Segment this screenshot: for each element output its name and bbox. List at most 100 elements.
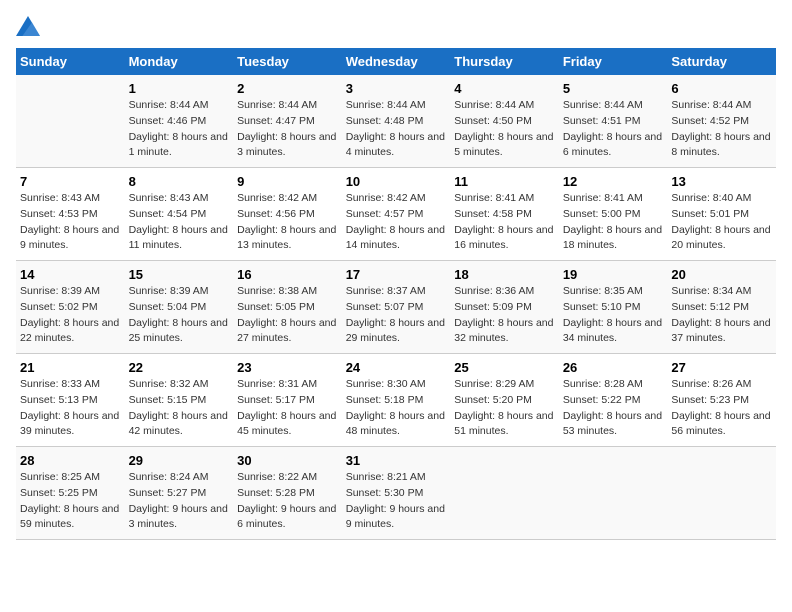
day-info: Sunrise: 8:44 AMSunset: 4:46 PMDaylight:… (129, 98, 230, 161)
day-info: Sunrise: 8:39 AMSunset: 5:02 PMDaylight:… (20, 284, 121, 347)
logo (16, 16, 44, 36)
day-info: Sunrise: 8:29 AMSunset: 5:20 PMDaylight:… (454, 377, 555, 440)
day-number: 25 (454, 360, 555, 375)
day-cell: 31 Sunrise: 8:21 AMSunset: 5:30 PMDaylig… (342, 447, 451, 540)
day-cell: 14 Sunrise: 8:39 AMSunset: 5:02 PMDaylig… (16, 261, 125, 354)
day-info: Sunrise: 8:35 AMSunset: 5:10 PMDaylight:… (563, 284, 664, 347)
day-cell: 5 Sunrise: 8:44 AMSunset: 4:51 PMDayligh… (559, 75, 668, 168)
day-number: 29 (129, 453, 230, 468)
day-number: 24 (346, 360, 447, 375)
day-info: Sunrise: 8:37 AMSunset: 5:07 PMDaylight:… (346, 284, 447, 347)
day-number: 1 (129, 81, 230, 96)
day-cell: 23 Sunrise: 8:31 AMSunset: 5:17 PMDaylig… (233, 354, 342, 447)
weekday-header-friday: Friday (559, 48, 668, 75)
day-number: 22 (129, 360, 230, 375)
day-info: Sunrise: 8:44 AMSunset: 4:51 PMDaylight:… (563, 98, 664, 161)
day-number: 16 (237, 267, 338, 282)
day-info: Sunrise: 8:21 AMSunset: 5:30 PMDaylight:… (346, 470, 447, 533)
day-cell: 18 Sunrise: 8:36 AMSunset: 5:09 PMDaylig… (450, 261, 559, 354)
week-row-3: 14 Sunrise: 8:39 AMSunset: 5:02 PMDaylig… (16, 261, 776, 354)
week-row-2: 7 Sunrise: 8:43 AMSunset: 4:53 PMDayligh… (16, 168, 776, 261)
day-number: 2 (237, 81, 338, 96)
weekday-header-thursday: Thursday (450, 48, 559, 75)
day-cell: 28 Sunrise: 8:25 AMSunset: 5:25 PMDaylig… (16, 447, 125, 540)
day-number: 27 (671, 360, 772, 375)
day-number: 17 (346, 267, 447, 282)
day-number: 10 (346, 174, 447, 189)
day-cell: 19 Sunrise: 8:35 AMSunset: 5:10 PMDaylig… (559, 261, 668, 354)
day-info: Sunrise: 8:22 AMSunset: 5:28 PMDaylight:… (237, 470, 338, 533)
day-info: Sunrise: 8:33 AMSunset: 5:13 PMDaylight:… (20, 377, 121, 440)
day-cell: 13 Sunrise: 8:40 AMSunset: 5:01 PMDaylig… (667, 168, 776, 261)
day-cell: 8 Sunrise: 8:43 AMSunset: 4:54 PMDayligh… (125, 168, 234, 261)
weekday-header-wednesday: Wednesday (342, 48, 451, 75)
day-cell: 22 Sunrise: 8:32 AMSunset: 5:15 PMDaylig… (125, 354, 234, 447)
weekday-header-saturday: Saturday (667, 48, 776, 75)
day-cell (16, 75, 125, 168)
day-number: 15 (129, 267, 230, 282)
day-cell: 15 Sunrise: 8:39 AMSunset: 5:04 PMDaylig… (125, 261, 234, 354)
day-info: Sunrise: 8:30 AMSunset: 5:18 PMDaylight:… (346, 377, 447, 440)
day-number: 23 (237, 360, 338, 375)
day-info: Sunrise: 8:42 AMSunset: 4:56 PMDaylight:… (237, 191, 338, 254)
day-cell (450, 447, 559, 540)
day-cell: 11 Sunrise: 8:41 AMSunset: 4:58 PMDaylig… (450, 168, 559, 261)
day-cell: 24 Sunrise: 8:30 AMSunset: 5:18 PMDaylig… (342, 354, 451, 447)
day-cell: 10 Sunrise: 8:42 AMSunset: 4:57 PMDaylig… (342, 168, 451, 261)
day-info: Sunrise: 8:43 AMSunset: 4:53 PMDaylight:… (20, 191, 121, 254)
day-cell: 25 Sunrise: 8:29 AMSunset: 5:20 PMDaylig… (450, 354, 559, 447)
day-info: Sunrise: 8:32 AMSunset: 5:15 PMDaylight:… (129, 377, 230, 440)
day-info: Sunrise: 8:44 AMSunset: 4:50 PMDaylight:… (454, 98, 555, 161)
day-info: Sunrise: 8:42 AMSunset: 4:57 PMDaylight:… (346, 191, 447, 254)
day-number: 30 (237, 453, 338, 468)
day-info: Sunrise: 8:44 AMSunset: 4:48 PMDaylight:… (346, 98, 447, 161)
day-number: 13 (671, 174, 772, 189)
day-cell: 20 Sunrise: 8:34 AMSunset: 5:12 PMDaylig… (667, 261, 776, 354)
week-row-5: 28 Sunrise: 8:25 AMSunset: 5:25 PMDaylig… (16, 447, 776, 540)
day-cell: 6 Sunrise: 8:44 AMSunset: 4:52 PMDayligh… (667, 75, 776, 168)
day-number: 20 (671, 267, 772, 282)
day-cell: 3 Sunrise: 8:44 AMSunset: 4:48 PMDayligh… (342, 75, 451, 168)
day-number: 12 (563, 174, 664, 189)
day-number: 8 (129, 174, 230, 189)
logo-icon (16, 16, 40, 36)
day-info: Sunrise: 8:44 AMSunset: 4:52 PMDaylight:… (671, 98, 772, 161)
day-info: Sunrise: 8:38 AMSunset: 5:05 PMDaylight:… (237, 284, 338, 347)
day-info: Sunrise: 8:43 AMSunset: 4:54 PMDaylight:… (129, 191, 230, 254)
day-info: Sunrise: 8:26 AMSunset: 5:23 PMDaylight:… (671, 377, 772, 440)
day-number: 6 (671, 81, 772, 96)
calendar-table: SundayMondayTuesdayWednesdayThursdayFrid… (16, 48, 776, 540)
day-number: 3 (346, 81, 447, 96)
day-cell: 29 Sunrise: 8:24 AMSunset: 5:27 PMDaylig… (125, 447, 234, 540)
day-cell: 27 Sunrise: 8:26 AMSunset: 5:23 PMDaylig… (667, 354, 776, 447)
day-info: Sunrise: 8:41 AMSunset: 5:00 PMDaylight:… (563, 191, 664, 254)
day-number: 26 (563, 360, 664, 375)
day-cell: 2 Sunrise: 8:44 AMSunset: 4:47 PMDayligh… (233, 75, 342, 168)
day-cell: 26 Sunrise: 8:28 AMSunset: 5:22 PMDaylig… (559, 354, 668, 447)
day-info: Sunrise: 8:24 AMSunset: 5:27 PMDaylight:… (129, 470, 230, 533)
day-cell: 1 Sunrise: 8:44 AMSunset: 4:46 PMDayligh… (125, 75, 234, 168)
day-number: 21 (20, 360, 121, 375)
day-info: Sunrise: 8:25 AMSunset: 5:25 PMDaylight:… (20, 470, 121, 533)
day-info: Sunrise: 8:39 AMSunset: 5:04 PMDaylight:… (129, 284, 230, 347)
day-cell: 21 Sunrise: 8:33 AMSunset: 5:13 PMDaylig… (16, 354, 125, 447)
day-cell: 4 Sunrise: 8:44 AMSunset: 4:50 PMDayligh… (450, 75, 559, 168)
day-cell: 30 Sunrise: 8:22 AMSunset: 5:28 PMDaylig… (233, 447, 342, 540)
day-number: 28 (20, 453, 121, 468)
day-info: Sunrise: 8:40 AMSunset: 5:01 PMDaylight:… (671, 191, 772, 254)
day-cell: 16 Sunrise: 8:38 AMSunset: 5:05 PMDaylig… (233, 261, 342, 354)
day-number: 7 (20, 174, 121, 189)
weekday-header-monday: Monday (125, 48, 234, 75)
week-row-4: 21 Sunrise: 8:33 AMSunset: 5:13 PMDaylig… (16, 354, 776, 447)
day-cell: 7 Sunrise: 8:43 AMSunset: 4:53 PMDayligh… (16, 168, 125, 261)
day-info: Sunrise: 8:41 AMSunset: 4:58 PMDaylight:… (454, 191, 555, 254)
week-row-1: 1 Sunrise: 8:44 AMSunset: 4:46 PMDayligh… (16, 75, 776, 168)
day-info: Sunrise: 8:44 AMSunset: 4:47 PMDaylight:… (237, 98, 338, 161)
day-number: 5 (563, 81, 664, 96)
day-number: 11 (454, 174, 555, 189)
day-cell (667, 447, 776, 540)
header (16, 16, 776, 36)
day-number: 4 (454, 81, 555, 96)
day-cell: 12 Sunrise: 8:41 AMSunset: 5:00 PMDaylig… (559, 168, 668, 261)
day-number: 18 (454, 267, 555, 282)
